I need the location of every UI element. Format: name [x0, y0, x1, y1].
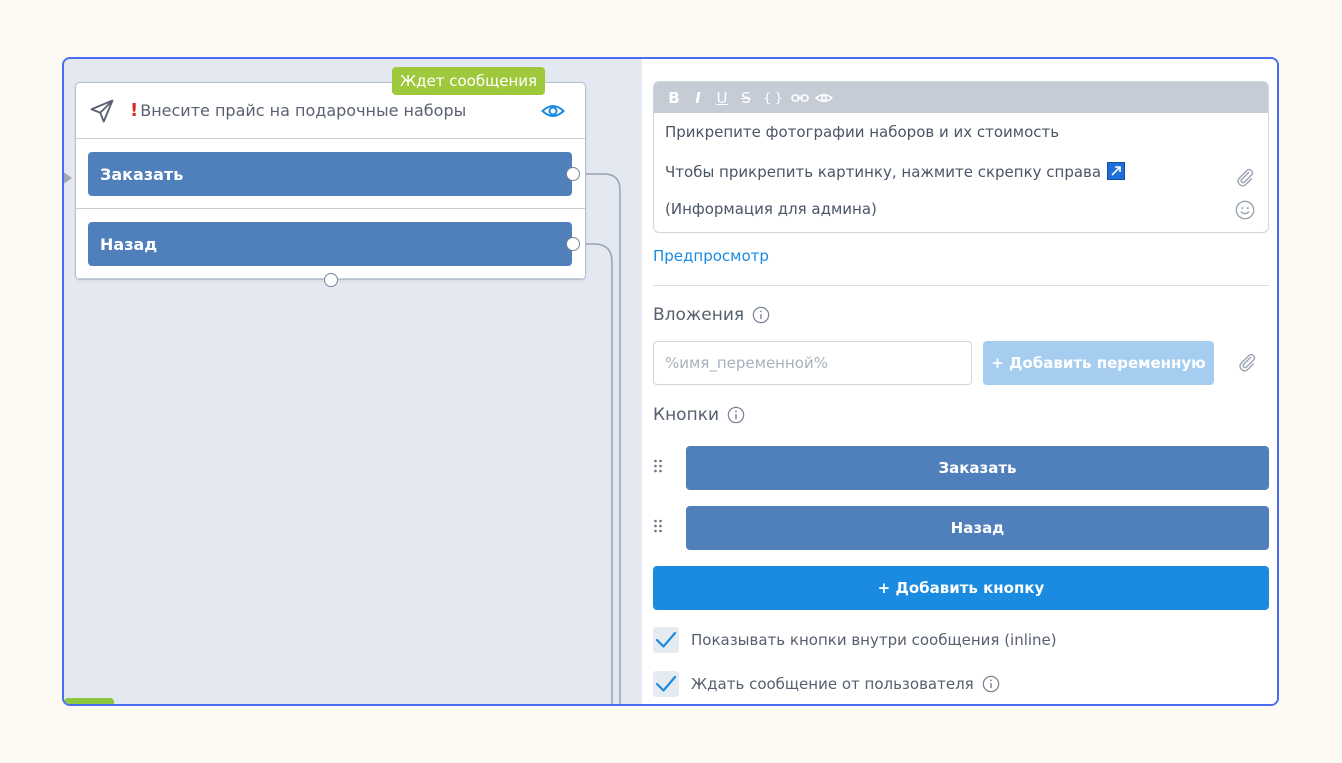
button-list-item: Заказать — [653, 446, 1269, 490]
add-button-button[interactable]: + Добавить кнопку — [653, 566, 1269, 610]
paperclip-icon[interactable] — [1234, 166, 1256, 188]
node-button-back[interactable]: Назад — [88, 222, 572, 266]
node-title-text: Внесите прайс на подарочные наборы — [140, 101, 467, 120]
variable-name-input[interactable] — [653, 341, 972, 385]
editor-line: Чтобы прикрепить картинку, нажмите скреп… — [665, 162, 1126, 181]
node-header[interactable]: ! Внесите прайс на подарочные наборы — [76, 83, 585, 139]
inline-checkbox[interactable] — [653, 627, 679, 653]
output-port[interactable] — [566, 237, 580, 251]
button-back[interactable]: Назад — [686, 506, 1269, 550]
emoji-icon[interactable] — [1234, 199, 1256, 221]
app-frame: Ждет сообщения ! Внесите прайс на подаро… — [62, 57, 1279, 706]
output-port[interactable] — [566, 167, 580, 181]
send-icon — [88, 96, 118, 126]
flow-canvas[interactable]: Ждет сообщения ! Внесите прайс на подаро… — [64, 59, 642, 704]
wait-user-option: Ждать сообщение от пользователя — [653, 671, 1000, 697]
italic-icon[interactable]: I — [686, 86, 710, 110]
node-button-row: Назад — [76, 209, 585, 279]
eye-icon[interactable] — [812, 86, 836, 110]
node-button-order[interactable]: Заказать — [88, 152, 572, 196]
add-variable-button[interactable]: + Добавить переменную — [983, 341, 1214, 385]
input-connector-arrow — [64, 171, 72, 185]
underline-icon[interactable]: U — [710, 86, 734, 110]
button-order[interactable]: Заказать — [686, 446, 1269, 490]
editor-line: (Информация для админа) — [665, 200, 877, 218]
node-output-port[interactable] — [324, 273, 338, 287]
paperclip-icon[interactable] — [1236, 351, 1258, 373]
arrow-up-right-icon — [1107, 162, 1126, 180]
wait-user-checkbox[interactable] — [653, 671, 679, 697]
bold-icon[interactable]: B — [662, 86, 686, 110]
button-list-item: Назад — [653, 506, 1269, 550]
green-tab — [64, 698, 114, 704]
drag-handle-icon[interactable] — [653, 518, 667, 538]
editor-line: Прикрепите фотографии наборов и их стоим… — [665, 123, 1060, 141]
preview-link[interactable]: Предпросмотр — [653, 247, 769, 265]
message-node[interactable]: Ждет сообщения ! Внесите прайс на подаро… — [75, 67, 586, 287]
exclamation-icon: ! — [130, 100, 139, 121]
node-button-row: Заказать — [76, 139, 585, 209]
info-icon[interactable] — [982, 675, 1000, 693]
wait-user-label: Ждать сообщение от пользователя — [691, 675, 1000, 693]
divider — [653, 285, 1269, 286]
node-title: ! Внесите прайс на подарочные наборы — [130, 100, 541, 121]
inline-label: Показывать кнопки внутри сообщения (inli… — [691, 631, 1057, 649]
drag-handle-icon[interactable] — [653, 458, 667, 478]
message-editor[interactable]: B I U S { } Прикрепите фотографии наборо… — [653, 81, 1269, 233]
code-icon[interactable]: { } — [758, 86, 788, 110]
settings-panel: B I U S { } Прикрепите фотографии наборо… — [642, 59, 1277, 704]
strikethrough-icon[interactable]: S — [734, 86, 758, 110]
info-icon[interactable] — [727, 406, 745, 424]
editor-toolbar: B I U S { } — [654, 82, 1268, 113]
buttons-label: Кнопки — [653, 405, 745, 425]
inline-option: Показывать кнопки внутри сообщения (inli… — [653, 627, 1057, 653]
eye-icon[interactable] — [541, 99, 565, 123]
attachments-label: Вложения — [653, 305, 770, 325]
link-icon[interactable] — [788, 86, 812, 110]
info-icon[interactable] — [752, 306, 770, 324]
